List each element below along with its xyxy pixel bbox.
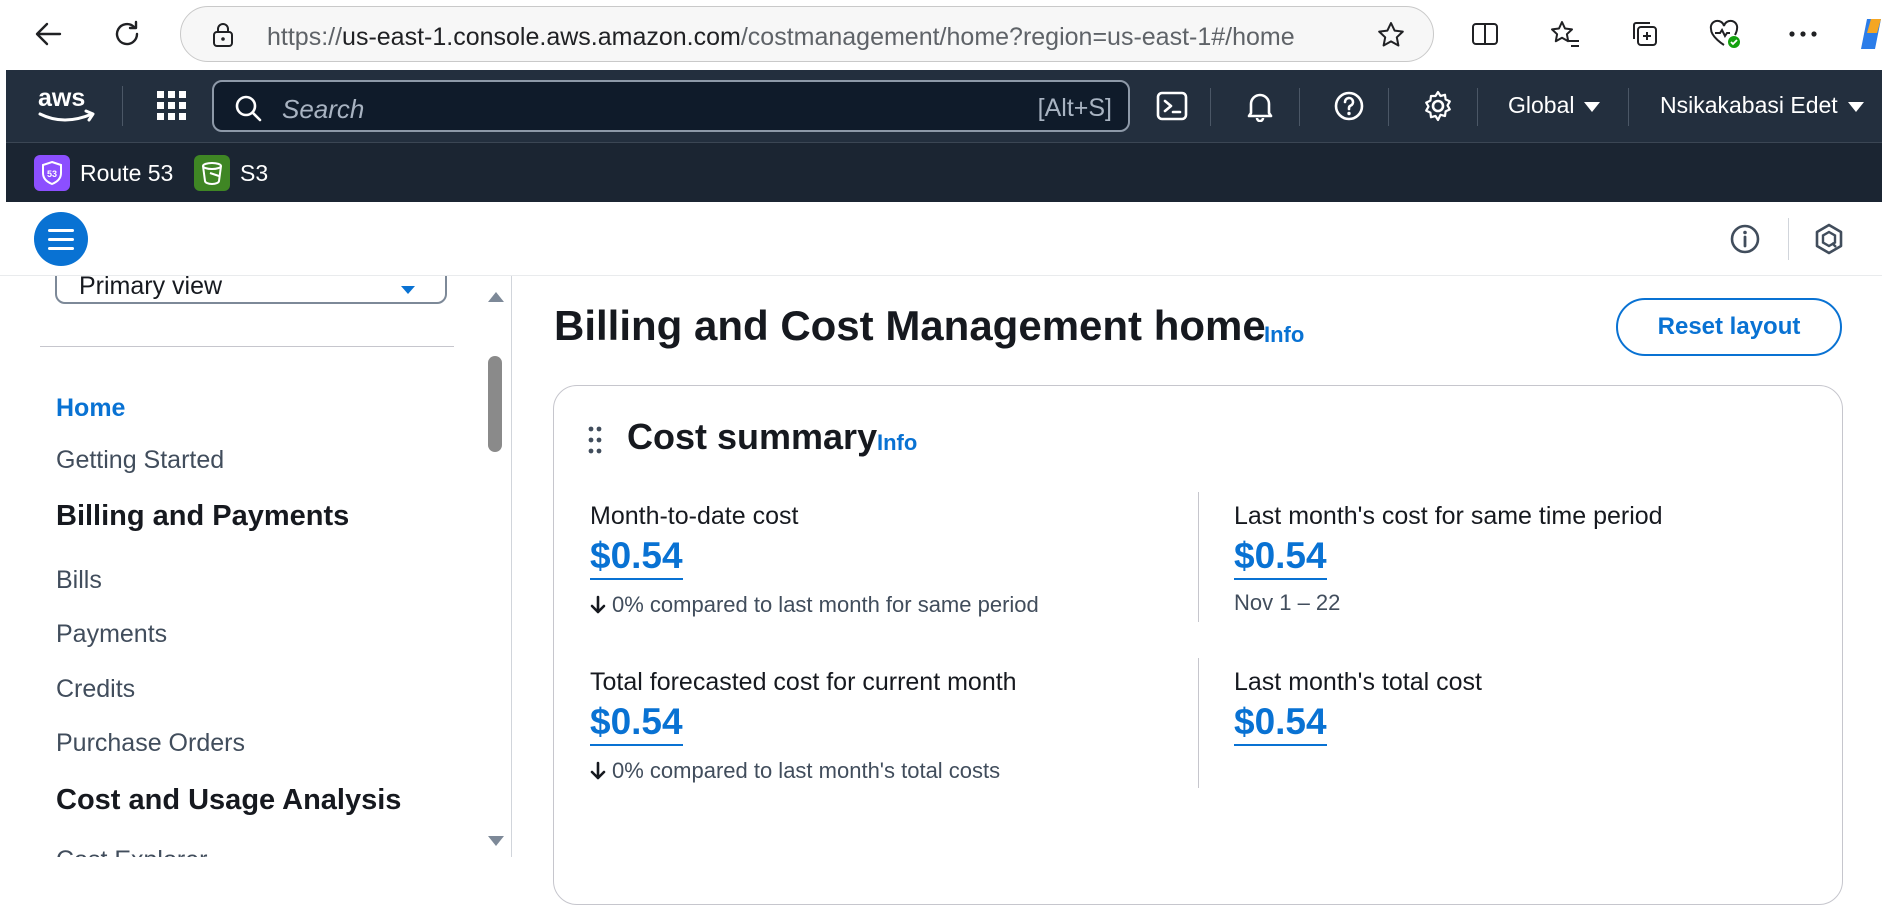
cost-summary-card: Cost summary Info Month-to-date cost $0.…	[553, 385, 1843, 905]
page-title: Billing and Cost Management home	[554, 302, 1266, 349]
dropdown-caret-icon	[401, 286, 415, 294]
back-arrow-icon[interactable]	[28, 14, 68, 54]
nav-divider	[1477, 88, 1478, 126]
notifications-bell-icon[interactable]	[1242, 88, 1278, 124]
search-shortcut: [Alt+S]	[1037, 94, 1112, 122]
favorite-label: S3	[240, 159, 269, 186]
console-header-bar	[0, 202, 1882, 276]
region-label: Global	[1508, 92, 1575, 118]
reload-icon[interactable]	[107, 14, 147, 54]
page-info-link[interactable]: Info	[1264, 322, 1304, 348]
collections-icon[interactable]	[1625, 14, 1665, 54]
sidebar-item-getting-started[interactable]: Getting Started	[56, 446, 224, 475]
sidebar-item-cost-explorer[interactable]: Cost Explorer	[56, 846, 207, 857]
url-text: https://us-east-1.console.aws.amazon.com…	[267, 23, 1295, 52]
nav-divider	[1388, 88, 1389, 126]
aws-top-nav: aws Search [Alt+S] Global Nsikakabasi Ed…	[6, 70, 1882, 142]
caret-down-icon	[1847, 101, 1864, 112]
url-domain: us-east-1.console.aws.amazon.com	[342, 23, 741, 51]
aws-logo-icon[interactable]: aws	[34, 82, 102, 128]
browser-essentials-icon[interactable]	[1705, 14, 1745, 54]
sidebar-item-credits[interactable]: Credits	[56, 675, 135, 704]
browser-toolbar: https://us-east-1.console.aws.amazon.com…	[0, 0, 1882, 68]
view-select-dropdown[interactable]: Primary view	[55, 276, 447, 304]
card-info-link[interactable]: Info	[877, 430, 917, 456]
metric-label: Month-to-date cost	[590, 502, 799, 530]
svg-text:53: 53	[47, 169, 57, 179]
metric-date-range: Nov 1 – 22	[1234, 590, 1341, 615]
last-month-same-period-link[interactable]: $0.54	[1234, 534, 1327, 580]
address-bar[interactable]: https://us-east-1.console.aws.amazon.com…	[180, 6, 1434, 62]
metric-label: Last month's cost for same time period	[1234, 502, 1663, 530]
region-selector[interactable]: Global	[1508, 92, 1601, 119]
amazon-q-icon[interactable]	[1812, 222, 1846, 256]
reset-layout-button[interactable]: Reset layout	[1616, 298, 1842, 356]
favorite-route53[interactable]: 53 Route 53	[34, 155, 173, 191]
sidebar-item-purchase-orders[interactable]: Purchase Orders	[56, 729, 245, 758]
sidebar-divider	[40, 346, 454, 347]
settings-gear-icon[interactable]	[1420, 88, 1456, 124]
metric-label: Last month's total cost	[1234, 668, 1482, 696]
url-prefix: https://	[267, 23, 343, 51]
metric-comparison: 0% compared to last month's total costs	[590, 758, 1000, 784]
info-panel-icon[interactable]	[1728, 222, 1762, 256]
copilot-icon[interactable]	[1852, 14, 1882, 54]
url-path: /costmanagement/home?region=us-east-1#/h…	[740, 23, 1295, 51]
more-options-icon[interactable]	[1783, 14, 1823, 54]
metric-comparison: 0% compared to last month for same perio…	[590, 592, 1039, 618]
sidebar-item-payments[interactable]: Payments	[56, 620, 167, 649]
month-to-date-cost-link[interactable]: $0.54	[590, 534, 683, 580]
view-select-value: Primary view	[79, 276, 223, 300]
lock-icon[interactable]	[211, 22, 235, 53]
nav-divider	[1210, 88, 1211, 126]
metric-comparison-text: 0% compared to last month for same perio…	[612, 592, 1039, 617]
s3-bucket-icon	[194, 155, 230, 191]
side-navigation: Primary view Home Getting Started Billin…	[0, 276, 512, 857]
column-divider	[1198, 492, 1199, 622]
account-menu[interactable]: Nsikakabasi Edet	[1660, 92, 1864, 119]
drag-handle-icon[interactable]	[588, 426, 602, 454]
search-icon	[234, 94, 262, 127]
scroll-up-arrow-icon[interactable]	[488, 292, 504, 302]
sidebar-heading-billing-payments[interactable]: Billing and Payments	[56, 500, 349, 533]
metric-label: Total forecasted cost for current month	[590, 668, 1017, 696]
cloudshell-icon[interactable]	[1154, 88, 1190, 124]
arrow-down-icon	[590, 595, 606, 614]
services-grid-icon[interactable]	[156, 90, 188, 122]
sidebar-item-bills[interactable]: Bills	[56, 566, 102, 595]
sidebar-item-home[interactable]: Home	[56, 394, 125, 423]
metric-comparison-text: 0% compared to last month's total costs	[612, 758, 1001, 783]
tool-divider	[1788, 218, 1789, 260]
favorite-star-icon[interactable]	[1376, 20, 1406, 55]
card-title: Cost summary	[627, 416, 878, 457]
scroll-down-arrow-icon[interactable]	[488, 836, 504, 846]
nav-divider	[1299, 88, 1300, 126]
column-divider	[1198, 658, 1199, 788]
favorites-bar: 53 Route 53 S3	[6, 142, 1882, 202]
favorite-label: Route 53	[80, 159, 174, 186]
help-icon[interactable]	[1331, 88, 1367, 124]
nav-divider	[1628, 88, 1629, 126]
favorites-icon[interactable]	[1545, 14, 1585, 54]
route53-icon: 53	[34, 155, 70, 191]
sidebar-heading-cost-usage-analysis[interactable]: Cost and Usage Analysis	[56, 784, 401, 817]
favorite-s3[interactable]: S3	[194, 155, 268, 191]
search-placeholder: Search	[282, 94, 365, 124]
forecasted-cost-link[interactable]: $0.54	[590, 700, 683, 746]
side-nav-toggle-icon[interactable]	[34, 212, 88, 266]
nav-divider	[122, 86, 123, 126]
account-name: Nsikakabasi Edet	[1660, 92, 1838, 118]
caret-down-icon	[1584, 101, 1601, 112]
svg-text:aws: aws	[38, 84, 85, 112]
last-month-total-cost-link[interactable]: $0.54	[1234, 700, 1327, 746]
scrollbar-thumb[interactable]	[488, 356, 502, 452]
search-input[interactable]: Search [Alt+S]	[212, 80, 1130, 132]
arrow-down-icon	[590, 761, 606, 780]
split-screen-icon[interactable]	[1465, 14, 1505, 54]
